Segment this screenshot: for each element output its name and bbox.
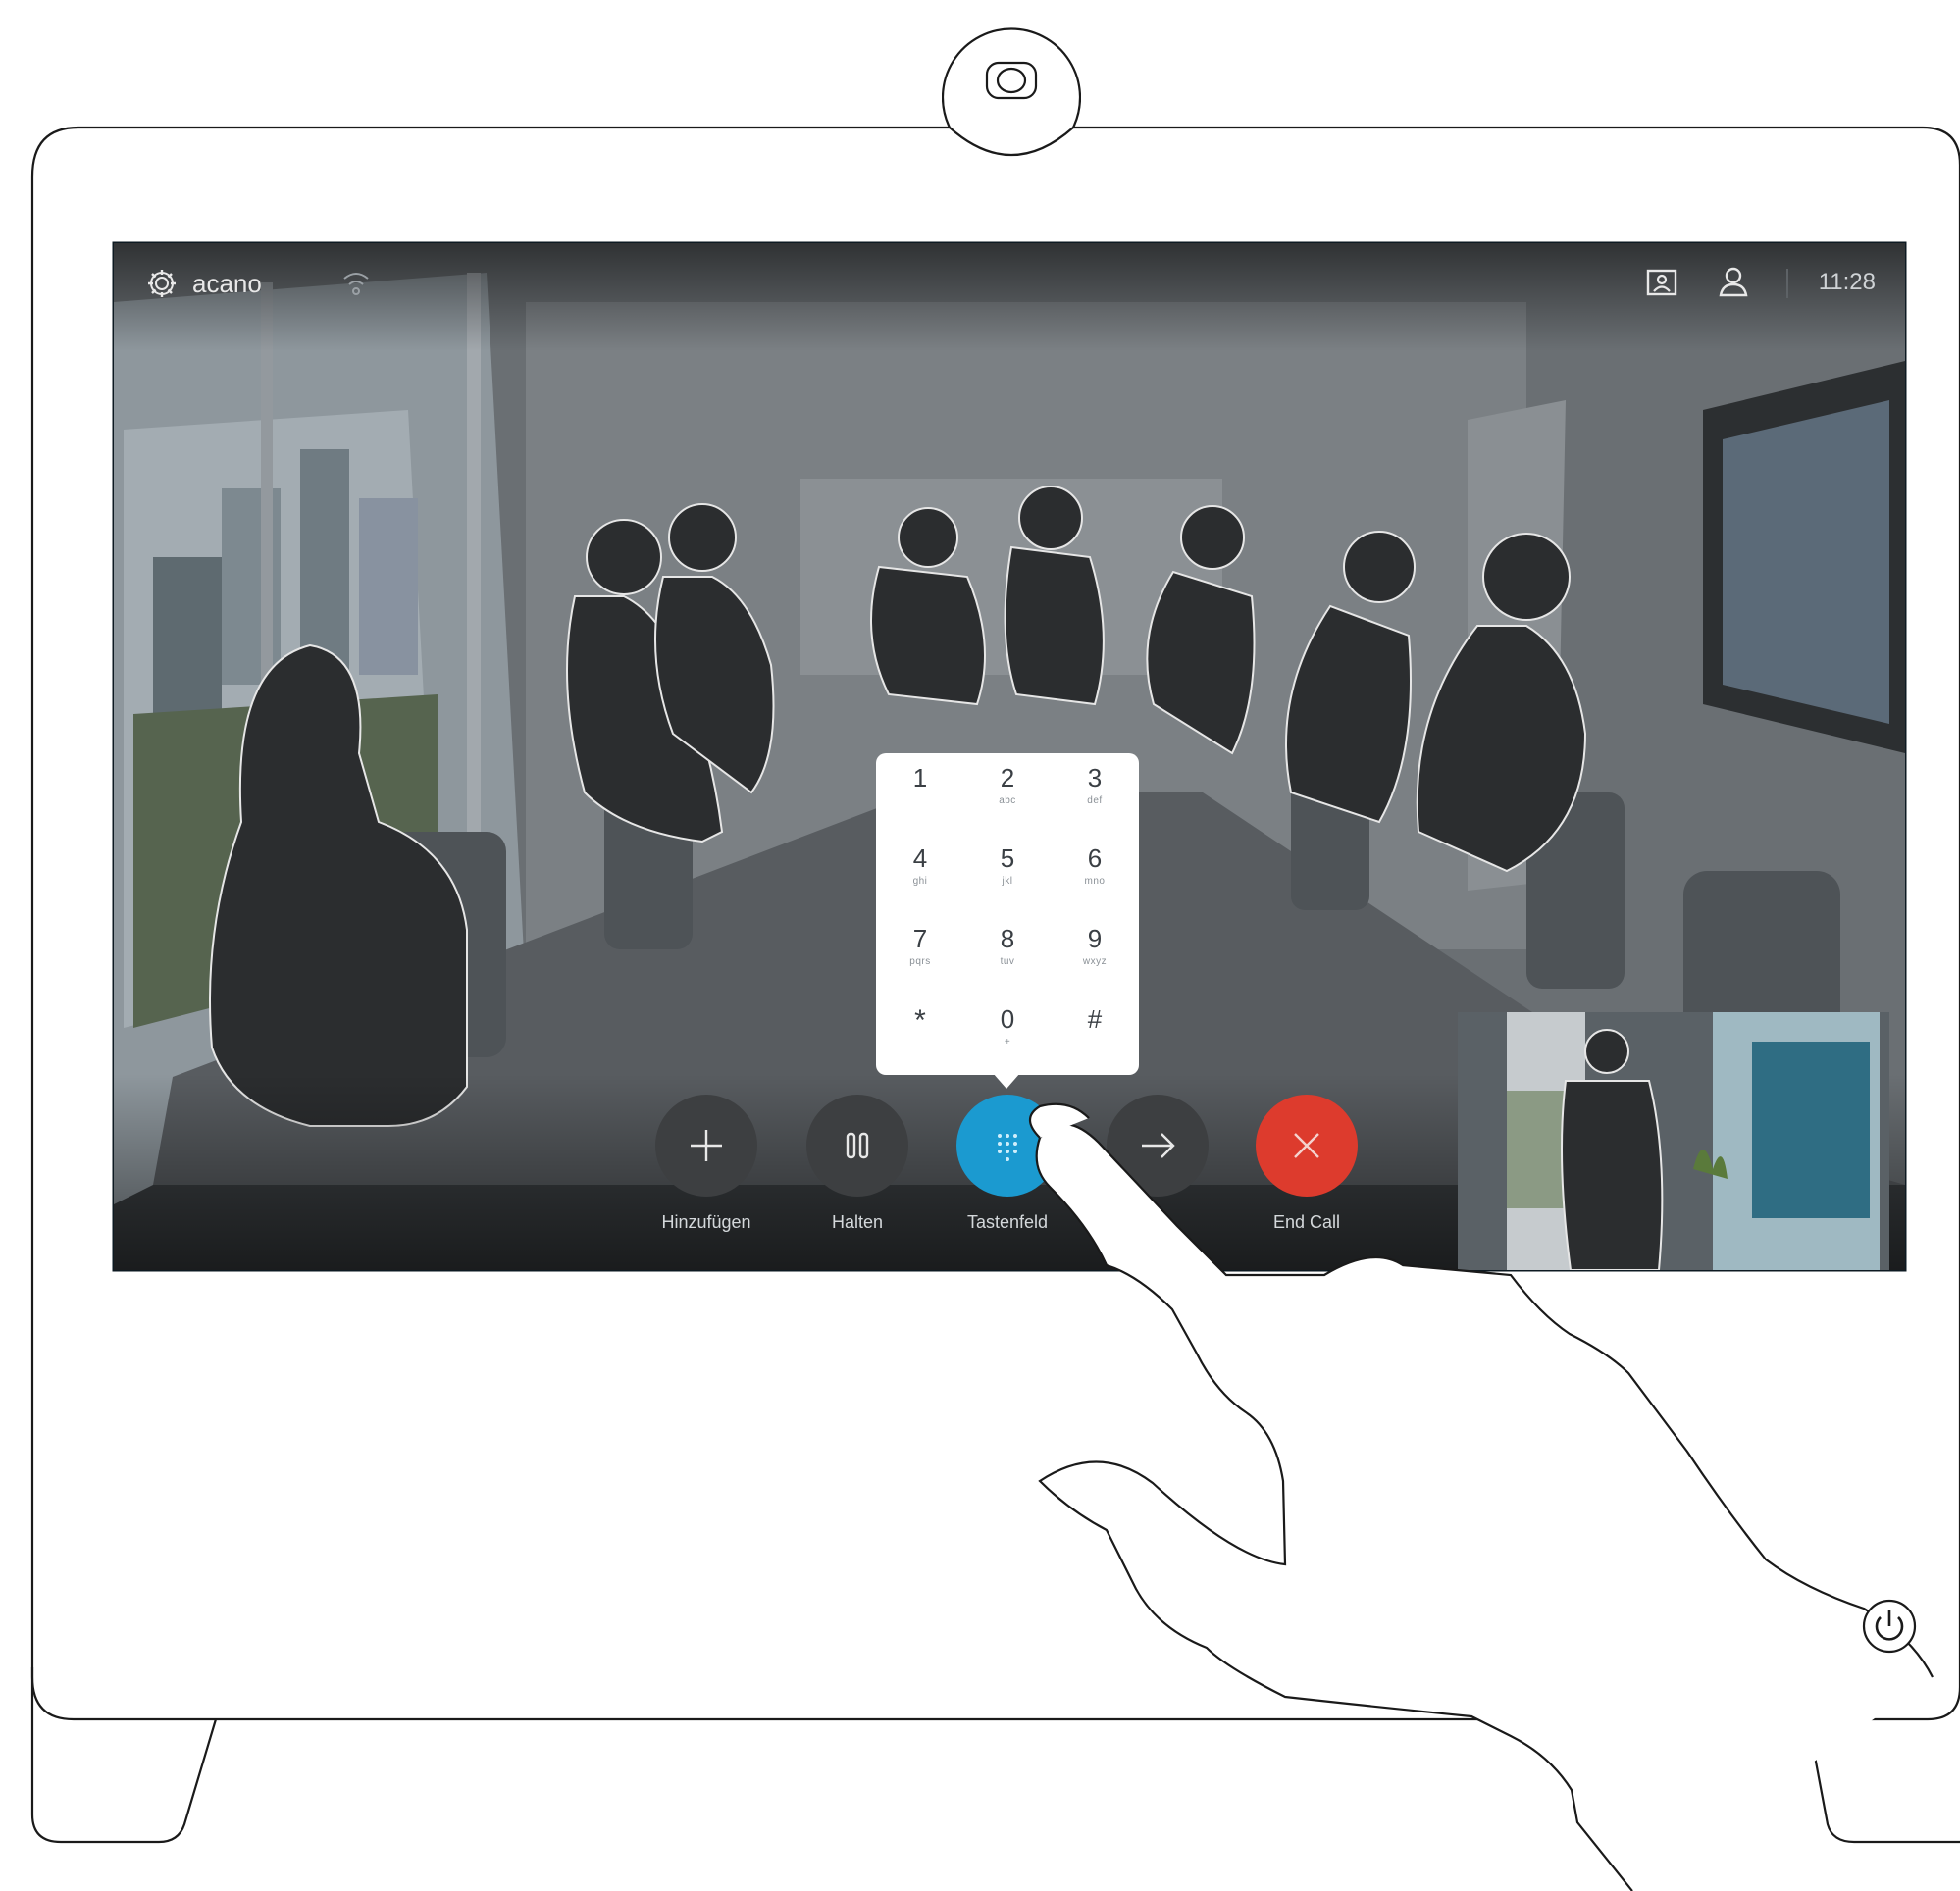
pointing-hand-illustration bbox=[1028, 1102, 1934, 1891]
power-icon[interactable] bbox=[1860, 1597, 1919, 1656]
